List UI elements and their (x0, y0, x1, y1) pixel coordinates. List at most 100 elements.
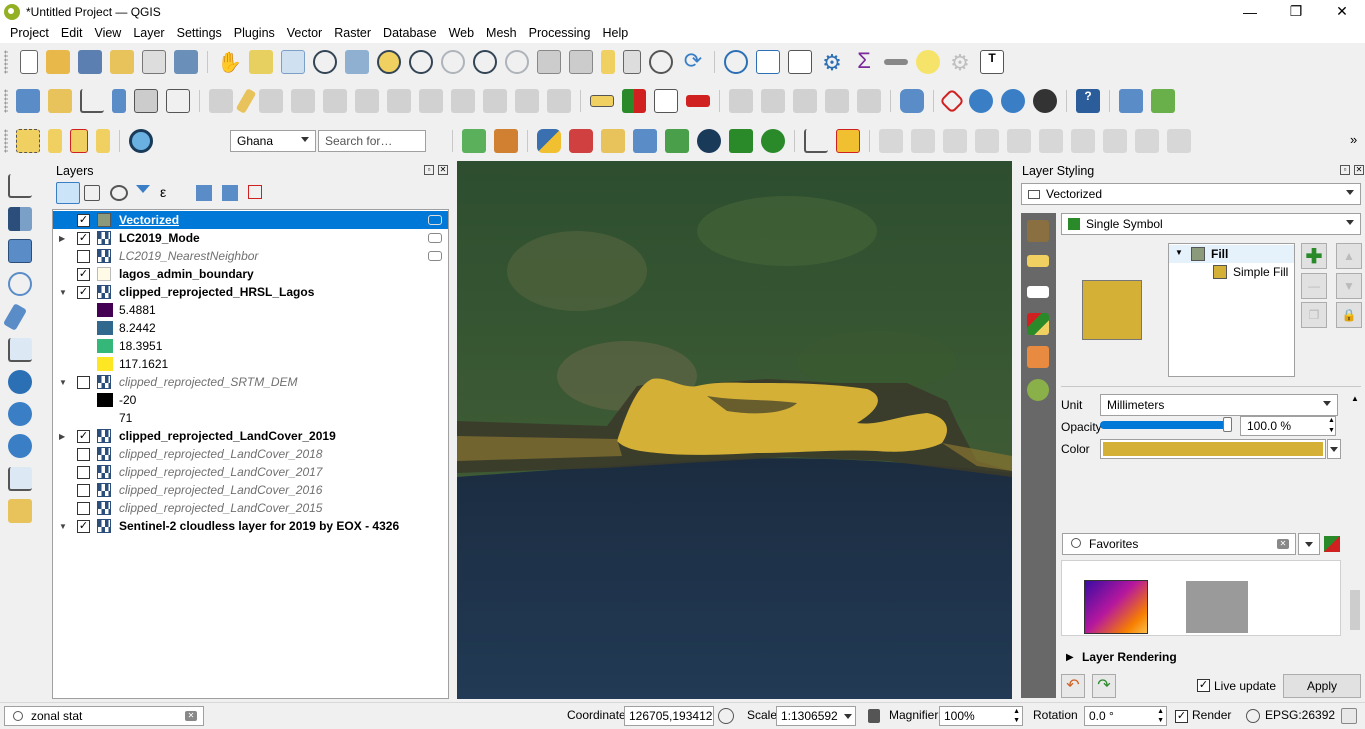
redo-icon[interactable] (547, 89, 571, 113)
undo-icon[interactable]: ↶ (1061, 674, 1085, 698)
masks-tab-icon[interactable] (1027, 286, 1049, 298)
crs-status[interactable]: EPSG:26392 (1265, 708, 1335, 722)
help-contents-icon[interactable]: ? (1076, 89, 1100, 113)
expand-all-icon[interactable] (196, 185, 212, 201)
copy-features-icon[interactable] (451, 89, 475, 113)
indicator-icon[interactable] (428, 233, 442, 243)
advanced-digitize-1-icon[interactable] (879, 129, 903, 153)
new-3d-view-icon[interactable] (569, 50, 593, 74)
deselect-features-icon[interactable] (70, 129, 88, 153)
apply-button[interactable]: Apply (1283, 674, 1361, 698)
favorites-group-dropdown[interactable] (1298, 533, 1320, 555)
new-shapefile-layer-icon[interactable] (80, 89, 104, 113)
menu-settings[interactable]: Settings (171, 26, 228, 40)
render-checkbox[interactable]: ✓ (1175, 710, 1188, 723)
text-annotation-icon[interactable]: T (980, 50, 1004, 74)
save-project-icon[interactable] (78, 50, 102, 74)
color-dropdown-button[interactable] (1327, 439, 1341, 459)
info-plugin-icon[interactable] (761, 129, 785, 153)
advanced-digitize-7-icon[interactable] (1071, 129, 1095, 153)
filter-expression-icon[interactable]: ε (160, 184, 166, 200)
search-input[interactable]: Search for… (318, 130, 426, 152)
temporal-controller-icon[interactable] (649, 50, 673, 74)
zoom-in-icon[interactable] (281, 50, 305, 74)
advanced-digitize-9-icon[interactable] (1135, 129, 1159, 153)
advanced-digitize-8-icon[interactable] (1103, 129, 1127, 153)
db-manager-icon[interactable] (900, 89, 924, 113)
advanced-digitize-4-icon[interactable] (975, 129, 999, 153)
menu-web[interactable]: Web (443, 26, 480, 40)
map-canvas[interactable] (457, 161, 1012, 699)
layer-checkbox[interactable] (77, 465, 90, 479)
plugin-icon[interactable] (569, 129, 593, 153)
rotation-spinbox[interactable]: 0.0 ° ▲ ▼ (1084, 706, 1167, 726)
layer-row-lc2019-mode[interactable]: ▶ ✓ LC2019_Mode (53, 229, 448, 247)
toggle-editing-icon[interactable] (235, 88, 257, 114)
close-panel-icon[interactable]: ✕ (438, 165, 448, 175)
add-wms-icon[interactable] (8, 402, 32, 426)
clear-icon[interactable]: ✕ (1277, 539, 1289, 549)
cut-features-icon[interactable] (419, 89, 443, 113)
expand-arrow-icon[interactable]: ▶ (59, 432, 65, 441)
layer-checkbox[interactable] (77, 483, 90, 497)
layer-row-landcover-2015[interactable]: clipped_reprojected_LandCover_2015 (53, 499, 448, 517)
open-attribute-table-icon[interactable] (756, 50, 780, 74)
locator-combo[interactable]: Ghana (230, 130, 316, 152)
layers-plugin-icon[interactable] (665, 129, 689, 153)
new-map-view-icon[interactable] (537, 50, 561, 74)
layer-row-lagos-admin-boundary[interactable]: ✓ lagos_admin_boundary (53, 265, 448, 283)
reload-plugin-icon[interactable] (1151, 89, 1175, 113)
float-panel-icon[interactable]: ▫ (1340, 165, 1350, 175)
open-project-icon[interactable] (46, 50, 70, 74)
advanced-digitize-3-icon[interactable] (943, 129, 967, 153)
opacity-spinbox[interactable]: 100.0 % (1240, 416, 1336, 436)
layer-row-hrsl-lagos[interactable]: ▼ ✓ clipped_reprojected_HRSL_Lagos (53, 283, 448, 301)
layer-row-sentinel2[interactable]: ▼ ✓ Sentinel-2 cloudless layer for 2019 … (53, 517, 448, 535)
pan-to-selection-icon[interactable] (249, 50, 273, 74)
crs-globe-icon[interactable] (1246, 709, 1260, 723)
vertical-scrollbar[interactable]: ▲ ▼ (1348, 394, 1362, 684)
select-by-value-icon[interactable] (48, 129, 62, 153)
menu-layer[interactable]: Layer (127, 26, 170, 40)
geocoder-icon[interactable] (1001, 89, 1025, 113)
layer-row-landcover-2017[interactable]: clipped_reprojected_LandCover_2017 (53, 463, 448, 481)
profile-tool-icon[interactable] (804, 129, 828, 153)
magnifier-spinbox[interactable]: 100% ▲ ▼ (939, 706, 1023, 726)
gray-symbol[interactable] (1186, 581, 1248, 633)
toggle-display-labels-icon[interactable] (686, 95, 710, 107)
identify-features-icon[interactable] (724, 50, 748, 74)
new-project-icon[interactable] (20, 50, 38, 74)
opacity-slider[interactable] (1100, 421, 1230, 429)
zoom-last-icon[interactable] (473, 50, 497, 74)
menu-processing[interactable]: Processing (523, 26, 597, 40)
expand-arrow-icon[interactable]: ▶ (59, 234, 65, 243)
restore-icon[interactable]: ❐ (1273, 0, 1319, 23)
scroll-up-icon[interactable]: ▲ (1351, 394, 1359, 403)
zoom-full-icon[interactable] (345, 50, 369, 74)
messages-icon[interactable] (1341, 708, 1357, 724)
vertex-tool-icon[interactable] (323, 89, 347, 113)
locator-search-input[interactable]: zonal stat ✕ (4, 706, 204, 726)
move-label-icon[interactable] (793, 89, 817, 113)
layer-checkbox[interactable] (77, 249, 90, 263)
collapse-all-icon[interactable] (222, 185, 238, 201)
filter-legend-icon[interactable] (136, 185, 150, 201)
new-print-layout-icon[interactable] (110, 50, 134, 74)
lock-scale-icon[interactable] (868, 709, 880, 723)
layer-rendering-section[interactable]: Layer Rendering (1082, 650, 1177, 664)
add-feature-icon[interactable] (291, 89, 315, 113)
layer-checkbox[interactable] (77, 501, 90, 515)
digitize-line-icon[interactable] (112, 89, 126, 113)
quick-search-icon[interactable] (462, 129, 486, 153)
add-symbol-layer-button[interactable]: ✚ (1301, 243, 1327, 269)
tools-icon[interactable] (494, 129, 518, 153)
spin-arrows-icon[interactable]: ▲ ▼ (1157, 707, 1164, 725)
color-button[interactable] (1100, 439, 1326, 459)
style-manager-icon[interactable] (1324, 536, 1340, 552)
renderer-combo[interactable]: Single Symbol (1061, 213, 1361, 235)
layer-checkbox[interactable] (77, 375, 90, 389)
add-group-icon[interactable] (84, 185, 100, 201)
minimize-icon[interactable]: — (1227, 0, 1273, 23)
add-postgis-icon[interactable] (8, 370, 32, 394)
scrollbar-thumb[interactable] (1350, 590, 1360, 630)
